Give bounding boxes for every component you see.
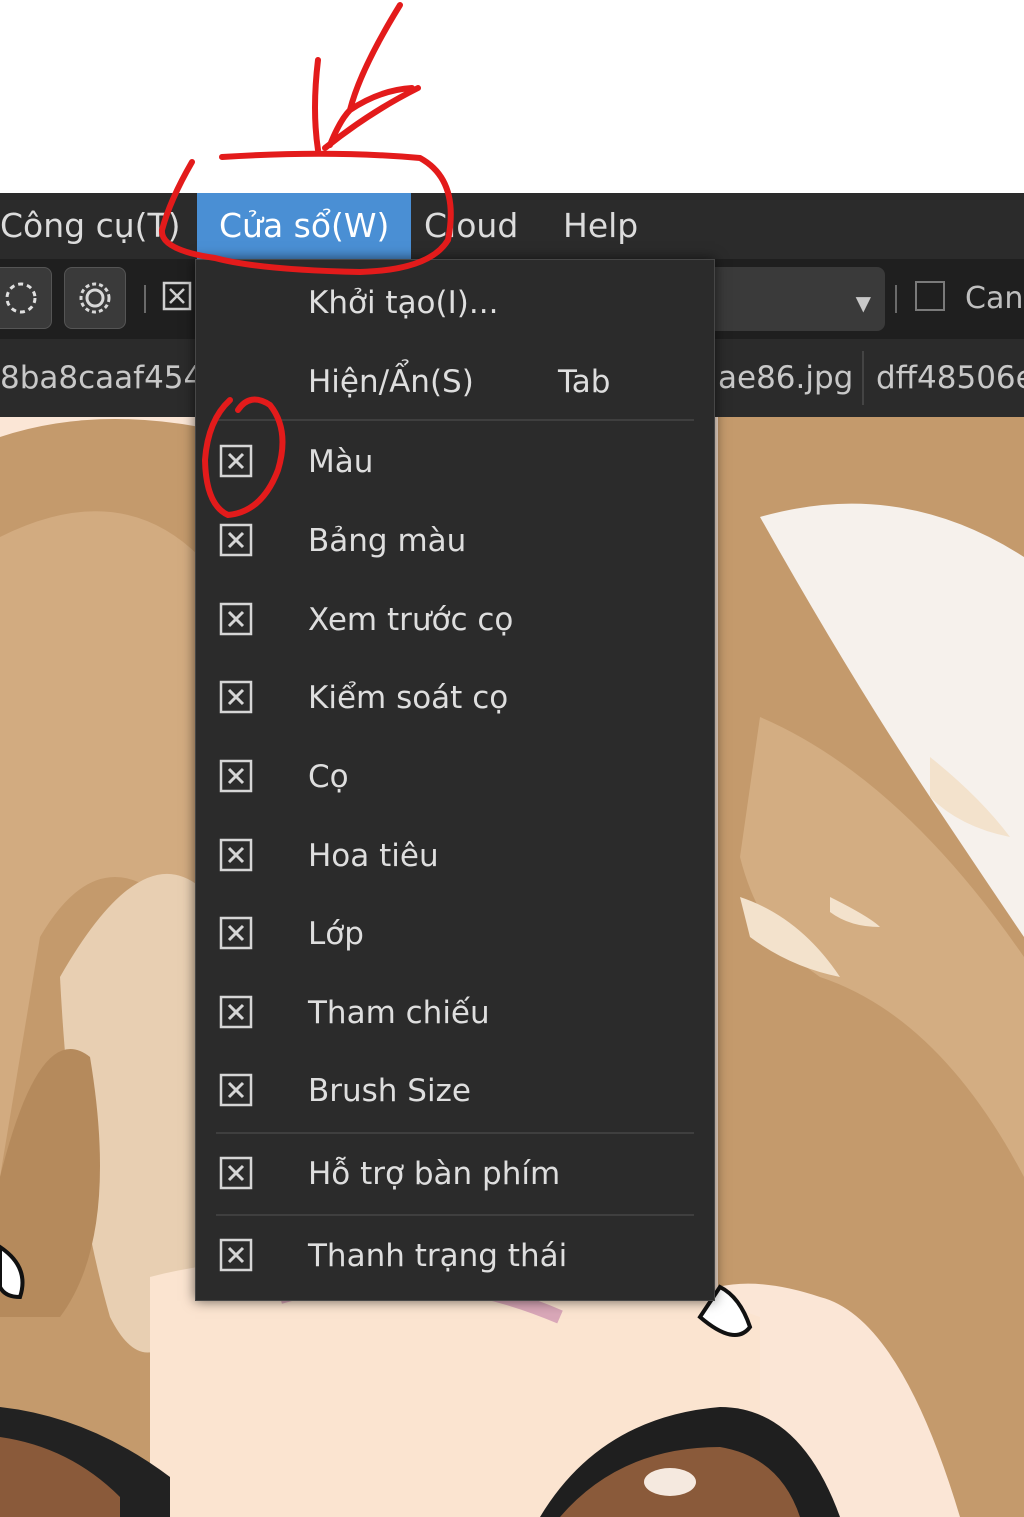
menu-item-layers[interactable]: Lớp <box>196 895 714 973</box>
tab-document-1[interactable]: 8ba8caaf4542 <box>0 339 195 417</box>
toolbar-divider <box>895 285 897 313</box>
tab-document-3[interactable]: dff48506e <box>876 339 1024 417</box>
checked-checkbox-icon <box>219 995 253 1029</box>
menu-divider <box>216 419 694 421</box>
checked-checkbox-icon <box>219 916 253 950</box>
menu-item-label: Kiểm soát cọ <box>308 680 509 716</box>
menu-item-shortcut: Tab <box>558 364 611 400</box>
menu-divider <box>216 1132 694 1134</box>
menu-item-label: Thanh trạng thái <box>308 1238 568 1274</box>
checked-checkbox-icon <box>219 680 253 714</box>
menu-item-brush-preview[interactable]: Xem trước cọ <box>196 581 714 659</box>
lasso-icon <box>5 282 37 314</box>
menu-cloud[interactable]: Cloud <box>424 193 518 259</box>
menu-item-brush[interactable]: Cọ <box>196 738 714 816</box>
menu-item-label: Xem trước cọ <box>308 602 514 638</box>
checked-checkbox-icon <box>219 1073 253 1107</box>
menu-tools[interactable]: Công cụ(T) <box>0 193 181 259</box>
menu-item-reference[interactable]: Tham chiếu <box>196 974 714 1052</box>
menu-item-palette[interactable]: Bảng màu <box>196 502 714 580</box>
checked-checkbox-icon <box>219 602 253 636</box>
menu-item-label: Khởi tạo(I)... <box>308 285 499 321</box>
menu-item-label: Hiện/Ẩn(S) <box>308 364 474 400</box>
toolbar-checkbox-icon[interactable] <box>162 281 192 311</box>
menu-item-label: Hoa tiêu <box>308 838 439 874</box>
align-checkbox-label: Canh <box>965 281 1024 316</box>
menu-item-initialize[interactable]: Khởi tạo(I)... <box>196 264 714 342</box>
settings-button[interactable] <box>64 267 126 329</box>
gear-icon <box>79 282 111 314</box>
menu-divider <box>216 1214 694 1216</box>
checked-checkbox-icon <box>219 759 253 793</box>
checked-checkbox-icon <box>219 523 253 557</box>
checked-checkbox-icon <box>219 1156 253 1190</box>
tab-document-2[interactable]: ae86.jpg <box>718 339 858 417</box>
menu-bar: Công cụ(T) Cửa sổ(W) Cloud Help <box>0 193 1024 259</box>
menu-item-label: Bảng màu <box>308 523 467 559</box>
checked-checkbox-icon <box>219 444 253 478</box>
window-menu-dropdown: Khởi tạo(I)... Hiện/Ẩn(S) Tab Màu Bảng m… <box>195 259 715 1301</box>
top-blank-area <box>0 0 1024 193</box>
menu-item-label: Tham chiếu <box>308 995 490 1031</box>
menu-item-label: Brush Size <box>308 1073 471 1109</box>
checked-checkbox-icon <box>219 838 253 872</box>
menu-item-label: Cọ <box>308 759 349 795</box>
align-checkbox[interactable] <box>915 281 945 311</box>
menu-item-label: Lớp <box>308 916 364 952</box>
chevron-down-icon: ▼ <box>855 291 871 315</box>
menu-item-label: Hỗ trợ bàn phím <box>308 1156 561 1192</box>
menu-item-keyboard-assist[interactable]: Hỗ trợ bàn phím <box>196 1135 714 1213</box>
menu-item-color[interactable]: Màu <box>196 423 714 501</box>
menu-item-navigator[interactable]: Hoa tiêu <box>196 817 714 895</box>
menu-item-show-hide[interactable]: Hiện/Ẩn(S) Tab <box>196 343 714 421</box>
checked-checkbox-icon <box>219 1238 253 1272</box>
lasso-select-button[interactable] <box>0 267 52 329</box>
toolbar-select[interactable]: ▼ <box>705 267 885 331</box>
menu-item-brush-control[interactable]: Kiểm soát cọ <box>196 659 714 737</box>
menu-window[interactable]: Cửa sổ(W) <box>197 193 412 259</box>
menu-item-status-bar[interactable]: Thanh trạng thái <box>196 1217 714 1295</box>
tab-divider <box>862 351 864 405</box>
menu-item-brush-size[interactable]: Brush Size <box>196 1052 714 1130</box>
menu-help[interactable]: Help <box>563 193 638 259</box>
menu-item-label: Màu <box>308 444 374 480</box>
toolbar-divider <box>144 285 146 313</box>
